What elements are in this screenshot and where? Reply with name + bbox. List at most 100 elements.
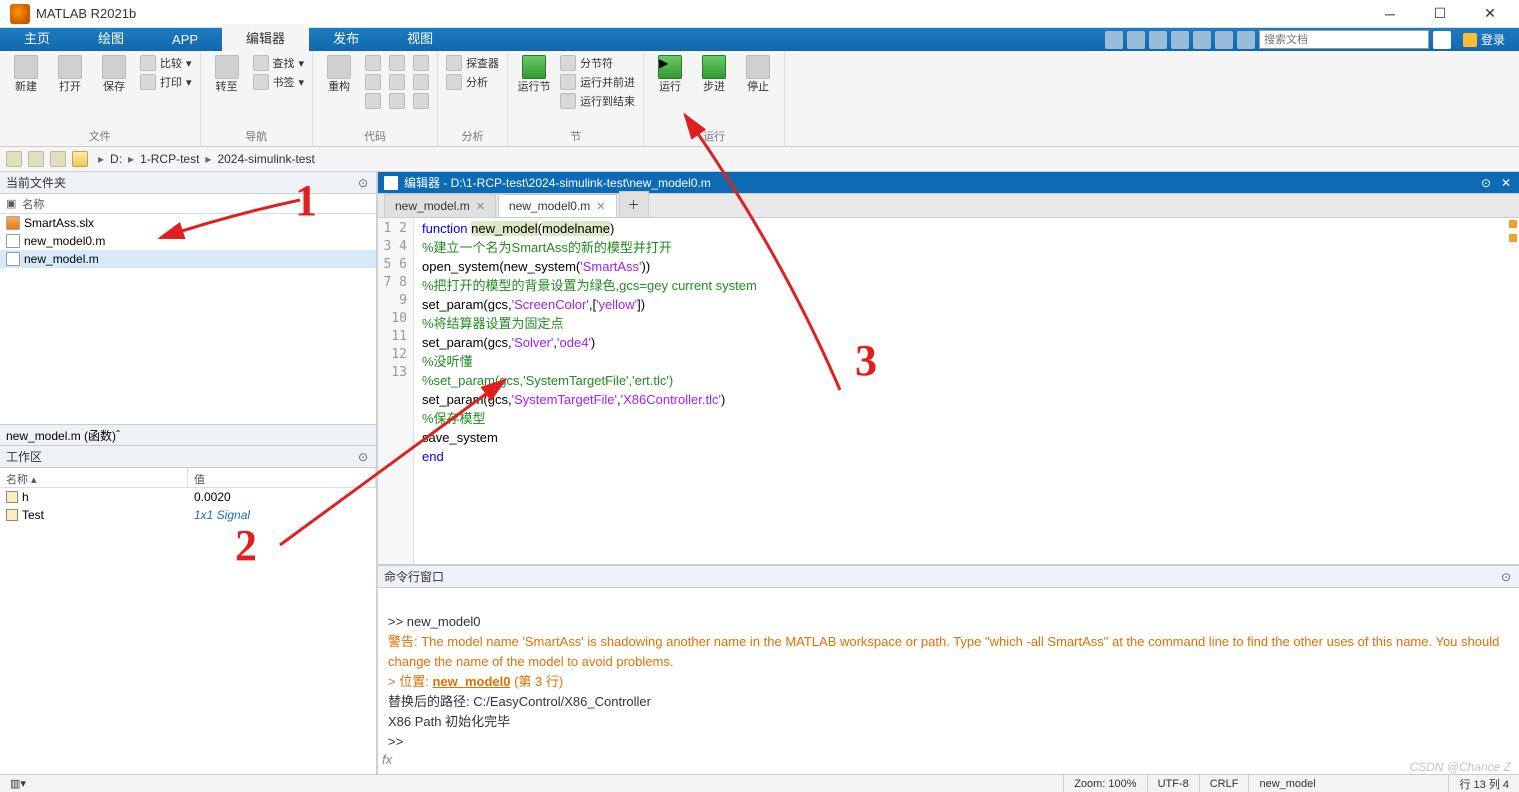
col-triangle[interactable]: ▣ <box>6 197 16 210</box>
ws-col-value[interactable]: 值 <box>188 468 376 487</box>
login-button[interactable]: 登录 <box>1455 31 1513 48</box>
refactor-button[interactable]: 重构 <box>321 55 357 93</box>
qat-save-icon[interactable] <box>1105 31 1123 49</box>
minimize-button[interactable]: ─ <box>1375 4 1405 24</box>
expand-icon[interactable]: ˆ <box>116 428 120 442</box>
tab-home[interactable]: 主页 <box>0 24 74 51</box>
save-button[interactable]: 保存 <box>96 55 132 93</box>
editor-tab[interactable]: new_model0.m✕ <box>498 194 617 217</box>
breadcrumb[interactable]: ▸D: ▸1-RCP-test ▸2024-simulink-test <box>94 152 315 166</box>
statusbar: ▥▾ Zoom: 100% UTF-8 CRLF new_model 行 13 … <box>0 774 1519 792</box>
m-icon <box>6 234 20 248</box>
bookmark-button[interactable]: 书签 ▾ <box>253 74 305 90</box>
col-name[interactable]: 名称 <box>22 196 44 212</box>
user-icon <box>1463 33 1477 47</box>
code-fx-button[interactable] <box>365 55 381 71</box>
find-icon <box>253 55 269 71</box>
panel-menu-icon[interactable]: ⊙ <box>356 450 370 464</box>
warning-location-link[interactable]: new_model0 <box>432 674 510 689</box>
tab-view[interactable]: 视图 <box>383 24 457 51</box>
code-b3[interactable] <box>389 93 405 109</box>
qat-copy-icon[interactable] <box>1149 31 1167 49</box>
indent-icon <box>365 93 381 109</box>
ws-row[interactable]: Test 1x1 Signal <box>0 506 376 524</box>
bookmark-icon <box>253 74 269 90</box>
tab-plots[interactable]: 绘图 <box>74 24 148 51</box>
run-to-end-button[interactable]: 运行到结束 <box>560 93 635 109</box>
ws-row[interactable]: h 0.0020 <box>0 488 376 506</box>
code-b2[interactable] <box>389 74 405 90</box>
stop-button[interactable]: 停止 <box>740 55 776 93</box>
profiler-button[interactable]: 探查器 <box>446 55 499 71</box>
code-editor[interactable]: 1 2 3 4 5 6 7 8 9 10 11 12 13 function n… <box>378 218 1519 564</box>
qat-help-icon[interactable] <box>1237 31 1255 49</box>
status-function[interactable]: new_model <box>1248 775 1448 792</box>
code-content[interactable]: function new_model(modelname) %建立一个名为Sma… <box>414 218 1519 564</box>
path-root[interactable]: D: <box>110 152 122 166</box>
path-fwd-icon[interactable] <box>28 151 44 167</box>
path-up-icon[interactable] <box>50 151 66 167</box>
find-button[interactable]: 查找 ▾ <box>253 55 305 71</box>
file-row[interactable]: SmartAss.slx <box>0 214 376 232</box>
fx-prompt-icon[interactable]: fx <box>382 750 392 770</box>
editor-doc-icon <box>384 176 398 190</box>
analyze-button[interactable]: 分析 <box>446 74 499 90</box>
qat-undo-icon[interactable] <box>1193 31 1211 49</box>
search-icon[interactable] <box>1433 31 1451 49</box>
file-detail-header[interactable]: new_model.m (函数)ˆ <box>0 424 376 446</box>
compare-icon <box>140 55 156 71</box>
path-back-icon[interactable] <box>6 151 22 167</box>
tab-apps[interactable]: APP <box>148 28 222 51</box>
panel-close-icon[interactable]: ✕ <box>1499 176 1513 190</box>
code-b4[interactable] <box>413 55 429 71</box>
print-button[interactable]: 打印 ▾ <box>140 74 192 90</box>
status-eol[interactable]: CRLF <box>1199 775 1249 792</box>
new-button[interactable]: 新建 <box>8 55 44 93</box>
var-icon <box>6 491 18 503</box>
run-section-icon <box>522 55 546 79</box>
file-row[interactable]: new_model.m <box>0 250 376 268</box>
status-encoding[interactable]: UTF-8 <box>1147 775 1199 792</box>
tab-close-icon[interactable]: ✕ <box>596 200 605 213</box>
search-docs-input[interactable] <box>1259 30 1429 49</box>
new-icon <box>14 55 38 79</box>
close-button[interactable]: ✕ <box>1475 4 1505 24</box>
qat-paste-icon[interactable] <box>1171 31 1189 49</box>
run-section-button[interactable]: 运行节 <box>516 55 552 93</box>
warning-marker-icon[interactable] <box>1509 234 1517 242</box>
code-indent-button[interactable] <box>365 93 381 109</box>
panel-menu-icon[interactable]: ⊙ <box>1499 570 1513 584</box>
ws-col-name[interactable]: 名称 ▴ <box>0 468 188 487</box>
tab-publish[interactable]: 发布 <box>309 24 383 51</box>
qat-cut-icon[interactable] <box>1127 31 1145 49</box>
qat-redo-icon[interactable] <box>1215 31 1233 49</box>
tab-close-icon[interactable]: ✕ <box>476 200 485 213</box>
path-browse-icon[interactable] <box>72 151 88 167</box>
pathbar: ▸D: ▸1-RCP-test ▸2024-simulink-test <box>0 147 1519 172</box>
code-b6[interactable] <box>413 93 429 109</box>
panel-menu-icon[interactable]: ⊙ <box>356 176 370 190</box>
workspace-header: 工作区 ⊙ <box>0 446 376 468</box>
code-b1[interactable] <box>389 55 405 71</box>
comment-icon <box>365 74 381 90</box>
warning-marker-icon[interactable] <box>1509 220 1517 228</box>
run-advance-button[interactable]: 运行并前进 <box>560 74 635 90</box>
command-window[interactable]: >> new_model0 警告: The model name 'SmartA… <box>378 588 1519 774</box>
step-button[interactable]: 步进 <box>696 55 732 93</box>
new-tab-button[interactable]: ＋ <box>619 191 649 217</box>
code-comment-button[interactable] <box>365 74 381 90</box>
section-break-button[interactable]: 分节符 <box>560 55 635 71</box>
editor-tab[interactable]: new_model.m✕ <box>384 194 496 217</box>
compare-button[interactable]: 比较 ▾ <box>140 55 192 71</box>
panel-menu-icon[interactable]: ⊙ <box>1479 176 1493 190</box>
tab-editor[interactable]: 编辑器 <box>222 24 309 51</box>
run-button[interactable]: ▶运行 <box>652 55 688 93</box>
code-b5[interactable] <box>413 74 429 90</box>
path-seg-2[interactable]: 2024-simulink-test <box>217 152 314 166</box>
status-zoom[interactable]: Zoom: 100% <box>1063 775 1146 792</box>
path-seg-1[interactable]: 1-RCP-test <box>140 152 199 166</box>
open-button[interactable]: 打开 <box>52 55 88 93</box>
goto-button[interactable]: 转至 <box>209 55 245 93</box>
maximize-button[interactable]: ☐ <box>1425 4 1455 24</box>
file-row[interactable]: new_model0.m <box>0 232 376 250</box>
